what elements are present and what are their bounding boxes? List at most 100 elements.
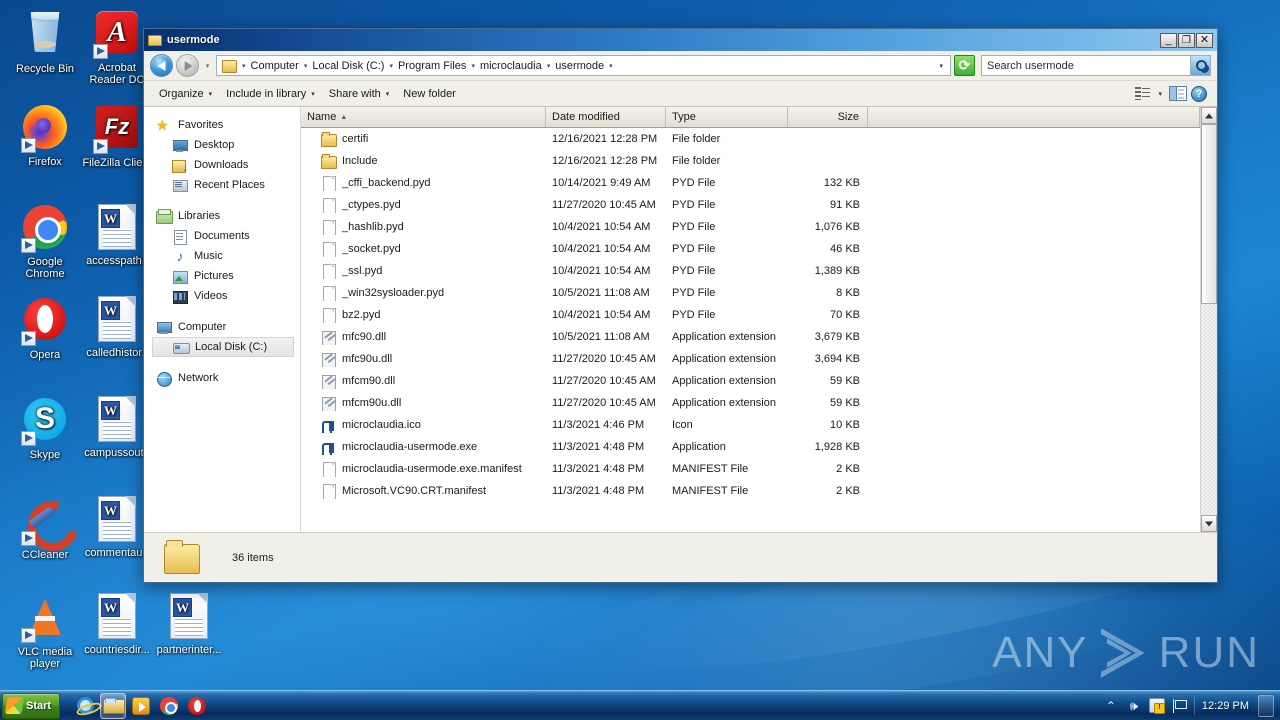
search-input[interactable] (982, 59, 1190, 72)
desktop-icon[interactable]: partnerinter... (152, 592, 226, 657)
toolbar-include-in-library-button[interactable]: Include in library ▾ (219, 85, 322, 103)
breadcrumb-separator-icon[interactable]: ▾ (607, 62, 615, 70)
sidebar-item-music[interactable]: Music (152, 246, 300, 266)
start-button[interactable]: Start (2, 692, 60, 719)
sidebar-item-network[interactable]: Network (152, 368, 300, 388)
maximize-button[interactable]: ❐ (1178, 32, 1195, 48)
chevron-down-icon[interactable]: ▾ (1155, 90, 1165, 98)
desktop-icon[interactable]: Opera (8, 295, 82, 362)
breadcrumb-item[interactable]: Computer (248, 59, 302, 73)
sidebar-item-pictures[interactable]: Pictures (152, 266, 300, 286)
scrollbar-track[interactable] (1201, 124, 1217, 515)
breadcrumb-separator-icon[interactable]: ▾ (469, 62, 477, 70)
preview-pane-icon[interactable] (1169, 86, 1187, 101)
scroll-down-button[interactable] (1201, 515, 1217, 532)
table-row[interactable]: Include 12/16/2021 12:28 PM File folder (301, 150, 1200, 172)
sidebar-item-desktop[interactable]: Desktop (152, 135, 300, 155)
sidebar-item-recent-places[interactable]: Recent Places (152, 175, 300, 195)
breadcrumb-separator-icon[interactable]: ▾ (387, 62, 395, 70)
table-row[interactable]: microclaudia.ico 11/3/2021 4:46 PM Icon 10 … (301, 414, 1200, 436)
breadcrumb-separator-icon[interactable]: ▾ (302, 62, 310, 70)
table-row[interactable]: _socket.pyd 10/4/2021 10:54 AM PYD File 46 … (301, 238, 1200, 260)
table-row[interactable]: bz2.pyd 10/4/2021 10:54 AM PYD File 70 KB (301, 304, 1200, 326)
table-row[interactable]: _win32sysloader.pyd 10/5/2021 11:08 AM PYD… (301, 282, 1200, 304)
table-row[interactable]: _ctypes.pyd 11/27/2020 10:45 AM PYD File 91… (301, 194, 1200, 216)
file-name-cell: certifi (301, 131, 546, 147)
sidebar-item-local-disk-c[interactable]: Local Disk (C:) (152, 337, 294, 357)
volume-icon[interactable] (1126, 698, 1142, 714)
table-row[interactable]: mfcm90.dll 11/27/2020 10:45 AM Application… (301, 370, 1200, 392)
breadcrumb-separator-icon[interactable]: ▾ (545, 62, 553, 70)
table-row[interactable]: _hashlib.pyd 10/4/2021 10:54 AM PYD File 1,… (301, 216, 1200, 238)
taskbar-opera-button[interactable] (184, 693, 210, 719)
network-flag-icon[interactable] (1172, 698, 1187, 713)
table-row[interactable]: mfcm90u.dll 11/27/2020 10:45 AM Applicatio… (301, 392, 1200, 414)
sidebar-item-videos[interactable]: Videos (152, 286, 300, 306)
generic-file-icon (321, 285, 336, 301)
column-header-name[interactable]: Name ▲ (301, 107, 546, 127)
breadcrumb-separator-icon[interactable]: ▾ (240, 62, 248, 70)
toolbar-organize-button[interactable]: Organize ▾ (152, 85, 219, 103)
breadcrumb-item[interactable]: microclaudia (477, 59, 545, 73)
explorer-window: usermode _ ❐ ✕ ▾ ▾ Computer ▾ Local Disk (… (143, 28, 1218, 583)
window-title-bar[interactable]: usermode _ ❐ ✕ (144, 29, 1217, 51)
refresh-button[interactable] (954, 55, 975, 76)
desktop-icon[interactable]: Recycle Bin (8, 8, 82, 76)
desktop-icon[interactable]: Firefox (8, 103, 82, 169)
file-name-cell: _ctypes.pyd (301, 197, 546, 213)
sidebar-item-computer[interactable]: Computer (152, 317, 300, 337)
taskbar-google-chrome-button[interactable] (156, 693, 182, 719)
sidebar-item-libraries[interactable]: Libraries (152, 206, 300, 226)
desktop-icon[interactable]: VLC media player (8, 592, 82, 670)
sidebar-item-favorites[interactable]: Favorites (152, 115, 300, 135)
close-button[interactable]: ✕ (1196, 32, 1213, 48)
breadcrumb-item[interactable]: usermode (552, 59, 607, 73)
toolbar-new-folder-button[interactable]: New folder (396, 85, 463, 103)
help-icon[interactable] (1191, 85, 1207, 102)
address-bar[interactable]: ▾ Computer ▾ Local Disk (C:) ▾ Program Files… (216, 55, 951, 76)
table-row[interactable]: microclaudia-usermode.exe.manifest 11/3/2… (301, 458, 1200, 480)
back-button[interactable] (150, 54, 173, 77)
sidebar-item-label: Computer (178, 321, 227, 333)
action-center-icon[interactable] (1148, 698, 1165, 714)
sidebar-item-downloads[interactable]: Downloads (152, 155, 300, 175)
column-header-size[interactable]: Size (788, 107, 868, 127)
scroll-up-button[interactable] (1201, 107, 1217, 124)
breadcrumb-item[interactable]: Local Disk (C:) (309, 59, 387, 73)
vertical-scrollbar[interactable] (1200, 107, 1217, 532)
change-view-icon[interactable] (1134, 86, 1151, 101)
table-row[interactable]: certifi 12/16/2021 12:28 PM File folder (301, 128, 1200, 150)
desktop-icon[interactable]: countriesdir... (80, 592, 154, 657)
file-type-cell: Application (672, 441, 726, 453)
table-row[interactable]: Microsoft.VC90.CRT.manifest 11/3/2021 4:4… (301, 480, 1200, 502)
search-icon[interactable] (1190, 56, 1210, 75)
sidebar-item-label: Music (194, 250, 223, 262)
address-dropdown-icon[interactable]: ▾ (936, 62, 948, 70)
toolbar-share-with-button[interactable]: Share with ▾ (322, 85, 397, 103)
taskbar-internet-explorer-button[interactable] (72, 693, 98, 719)
minimize-button[interactable]: _ (1160, 32, 1177, 48)
table-row[interactable]: mfc90u.dll 11/27/2020 10:45 AM Application… (301, 348, 1200, 370)
show-hidden-icons-icon[interactable] (1103, 698, 1119, 714)
breadcrumb-item[interactable]: Program Files (395, 59, 469, 73)
table-row[interactable]: _ssl.pyd 10/4/2021 10:54 AM PYD File 1,389 … (301, 260, 1200, 282)
forward-button[interactable] (176, 54, 199, 77)
show-desktop-button[interactable] (1258, 694, 1274, 717)
clock[interactable]: 12:29 PM (1202, 700, 1249, 712)
table-row[interactable]: microclaudia-usermode.exe 11/3/2021 4:48 … (301, 436, 1200, 458)
generic-file-icon (321, 483, 336, 499)
sidebar-item-documents[interactable]: Documents (152, 226, 300, 246)
history-dropdown-icon[interactable]: ▾ (202, 62, 213, 70)
search-box[interactable] (981, 55, 1211, 76)
taskbar-windows-media-player-button[interactable] (128, 693, 154, 719)
table-row[interactable]: mfc90.dll 10/5/2021 11:08 AM Application e… (301, 326, 1200, 348)
desktop-icon[interactable]: Skype (8, 395, 82, 462)
taskbar-windows-explorer-button[interactable] (100, 692, 126, 719)
table-row[interactable]: _cffi_backend.pyd 10/14/2021 9:49 AM PYD F… (301, 172, 1200, 194)
column-header-type[interactable]: Type (666, 107, 788, 127)
desktop-icon[interactable]: CCleaner (8, 495, 82, 562)
desktop-icon[interactable]: Google Chrome (8, 203, 82, 280)
column-header-date-modified[interactable]: Date modified (546, 107, 666, 127)
navigation-pane: Favorites Desktop Downloads Recent Places Li… (144, 107, 301, 532)
scrollbar-thumb[interactable] (1201, 124, 1217, 304)
